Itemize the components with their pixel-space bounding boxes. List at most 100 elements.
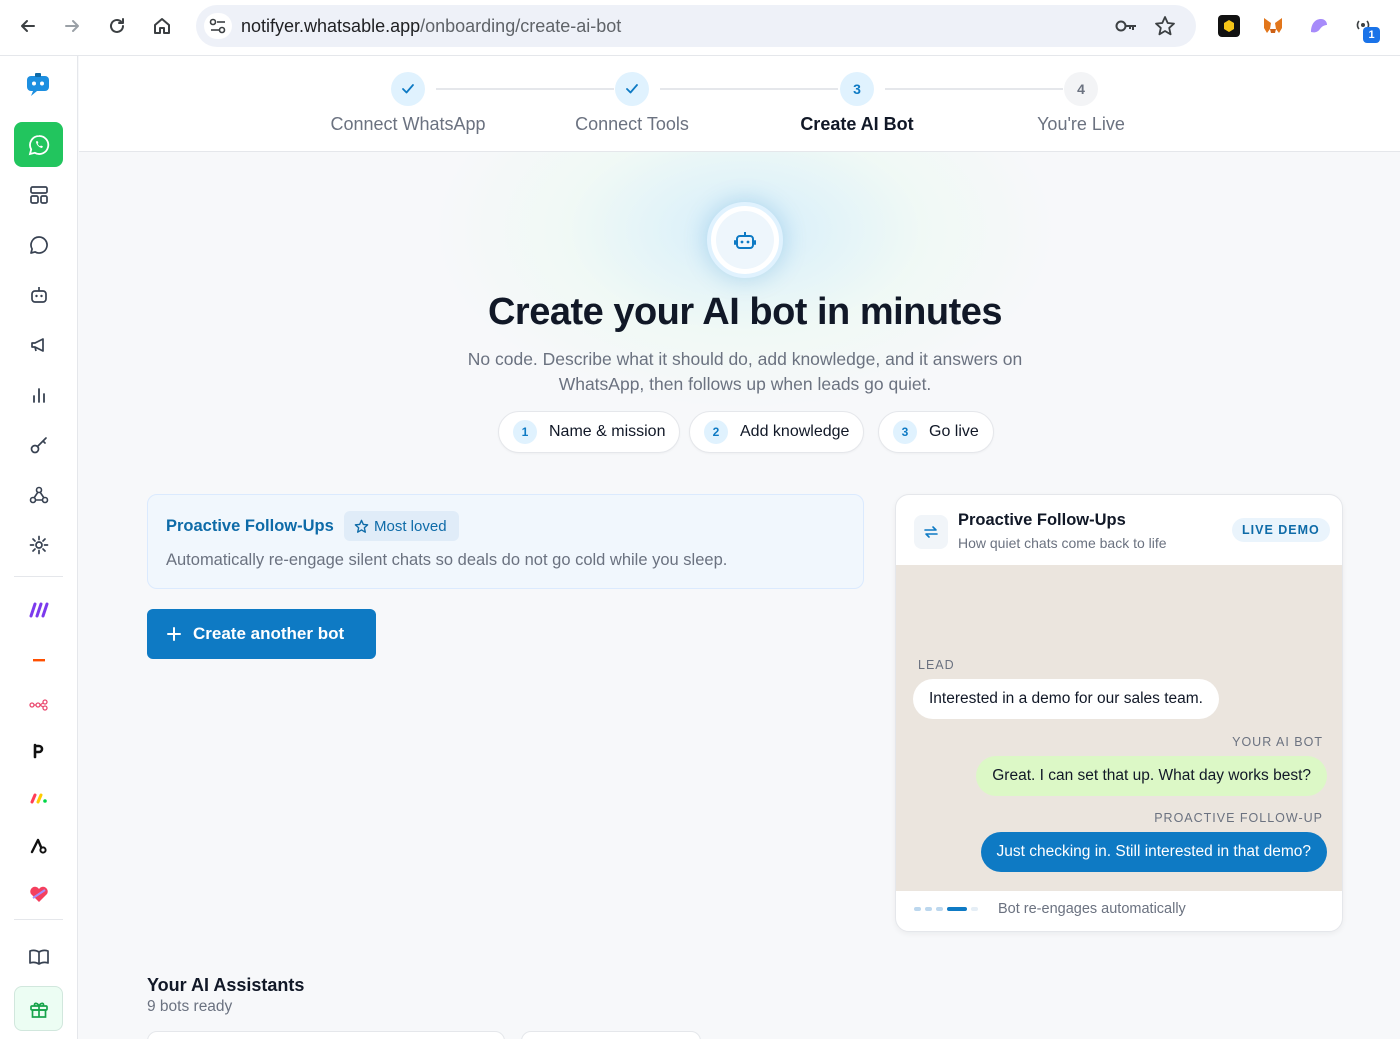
live-demo-card: Proactive Follow-Ups How quiet chats com… (895, 494, 1343, 932)
pill-add-knowledge: 2 Add knowledge (689, 411, 865, 453)
step-label: You're Live (1037, 114, 1125, 134)
sidebar-divider (14, 919, 63, 920)
sidebar-item-heart-integration[interactable] (14, 871, 63, 916)
sidebar-item-n8n-integration[interactable] (14, 682, 63, 727)
pill-name-mission: 1 Name & mission (498, 411, 681, 453)
live-demo-badge: LIVE DEMO (1232, 518, 1330, 542)
repeat-icon (914, 515, 948, 549)
metamask-fox-icon[interactable] (1262, 15, 1284, 37)
gift-icon (29, 1002, 48, 1018)
progress-dot (925, 907, 932, 911)
step-youre-live[interactable]: 4 You're Live (981, 72, 1181, 135)
bot-message: Great. I can set that up. What day works… (976, 756, 1327, 796)
progress-dot (914, 907, 921, 911)
pill-go-live: 3 Go live (878, 411, 994, 453)
most-loved-badge: Most loved (344, 511, 459, 541)
feature-description: Automatically re-engage silent chats so … (166, 551, 728, 569)
assistants-heading: Your AI Assistants (147, 975, 305, 995)
home-icon[interactable] (150, 14, 174, 38)
sidebar-item-bots[interactable] (14, 272, 63, 317)
pill-label: Name & mission (549, 423, 666, 440)
onboarding-stepper: Connect WhatsApp Connect Tools 3 Create … (79, 56, 1400, 152)
extension-shield-icon[interactable] (1218, 15, 1240, 37)
zapier-logo-icon (32, 658, 45, 661)
sender-label: PROACTIVE FOLLOW-UP (1154, 811, 1323, 825)
check-icon (615, 72, 649, 106)
sidebar-item-make-integration[interactable] (14, 587, 63, 632)
page-title: Create your AI bot in minutes (487, 291, 1003, 333)
address-bar[interactable]: notifyer.whatsable.app/onboarding/create… (196, 5, 1196, 47)
step-label: Create AI Bot (800, 114, 914, 134)
url-text: notifyer.whatsable.app/onboarding/create… (241, 16, 621, 37)
activepieces-logo-icon (30, 838, 47, 854)
password-key-icon[interactable] (1114, 15, 1138, 42)
layout-icon (29, 185, 48, 204)
pill-label: Add knowledge (740, 423, 850, 440)
n8n-logo-icon (28, 698, 48, 711)
forward-icon[interactable] (60, 14, 84, 38)
sidebar-item-monday-integration[interactable] (14, 775, 63, 820)
url-path: /onboarding/create-ai-bot (420, 16, 622, 36)
sidebar-item-webhooks[interactable] (14, 472, 63, 517)
create-another-bot-button[interactable]: Create another bot (147, 609, 376, 659)
star-icon (354, 519, 369, 533)
sender-label: YOUR AI BOT (1232, 735, 1323, 749)
progress-dot (936, 907, 943, 911)
sidebar-item-whatsapp[interactable] (14, 122, 63, 167)
plus-icon (167, 621, 181, 647)
book-icon (28, 948, 49, 965)
step-connect-tools[interactable]: Connect Tools (532, 72, 732, 135)
webhook-icon (29, 486, 48, 503)
sidebar-item-chats[interactable] (14, 222, 63, 267)
bar-chart-icon (32, 387, 45, 403)
progress-dot (971, 907, 978, 911)
step-connect-whatsapp[interactable]: Connect WhatsApp (308, 72, 508, 135)
assistant-card[interactable] (521, 1031, 701, 1039)
progress-dots (914, 907, 982, 911)
follow-up-message: Just checking in. Still interested in th… (980, 832, 1327, 872)
pill-number: 2 (704, 420, 728, 444)
pill-number: 3 (893, 420, 917, 444)
ghost-extension-icon[interactable] (1307, 15, 1329, 37)
sidebar-item-rewards[interactable] (14, 986, 63, 1031)
back-icon[interactable] (16, 14, 40, 38)
sidebar-item-docs[interactable] (14, 934, 63, 979)
app-logo-icon[interactable] (14, 62, 63, 107)
sidebar-item-pipedream-integration[interactable] (14, 727, 63, 772)
bookmark-star-icon[interactable] (1154, 15, 1176, 42)
gear-icon (29, 535, 48, 554)
sidebar-item-activepieces-integration[interactable] (14, 823, 63, 868)
reload-icon[interactable] (105, 14, 129, 38)
pill-number: 1 (513, 420, 537, 444)
assistant-card[interactable] (147, 1031, 505, 1039)
progress-dot (947, 907, 967, 911)
robot-icon (716, 211, 774, 269)
chat-preview: LEAD Interested in a demo for our sales … (896, 565, 1342, 891)
app-sidebar (0, 56, 78, 1039)
whatsapp-icon (28, 134, 49, 155)
step-number: 4 (1064, 72, 1098, 106)
step-label: Connect WhatsApp (330, 114, 486, 134)
sidebar-item-zapier-integration[interactable] (14, 637, 63, 682)
url-host: notifyer.whatsable.app (241, 16, 421, 36)
page-subtitle: No code. Describe what it should do, add… (467, 349, 1023, 394)
sidebar-item-templates[interactable] (14, 172, 63, 217)
step-number: 3 (840, 72, 874, 106)
badge-label: Most loved (374, 517, 447, 535)
key-icon (30, 436, 47, 453)
hero-bot-badge (707, 202, 783, 278)
demo-subtitle: How quiet chats come back to life (958, 535, 1167, 551)
sidebar-item-broadcast[interactable] (14, 322, 63, 367)
demo-title: Proactive Follow-Ups (958, 511, 1126, 529)
step-label: Connect Tools (575, 114, 689, 134)
sidebar-divider (14, 576, 63, 577)
step-create-ai-bot[interactable]: 3 Create AI Bot (757, 72, 957, 135)
assistants-count: 9 bots ready (147, 998, 233, 1015)
feature-title: Proactive Follow-Ups (166, 517, 334, 535)
sidebar-item-settings[interactable] (14, 522, 63, 567)
sidebar-item-api-keys[interactable] (14, 422, 63, 467)
browser-toolbar: notifyer.whatsable.app/onboarding/create… (0, 0, 1400, 56)
sidebar-item-analytics[interactable] (14, 372, 63, 417)
site-settings-icon[interactable] (204, 13, 232, 39)
pill-label: Go live (929, 423, 979, 440)
